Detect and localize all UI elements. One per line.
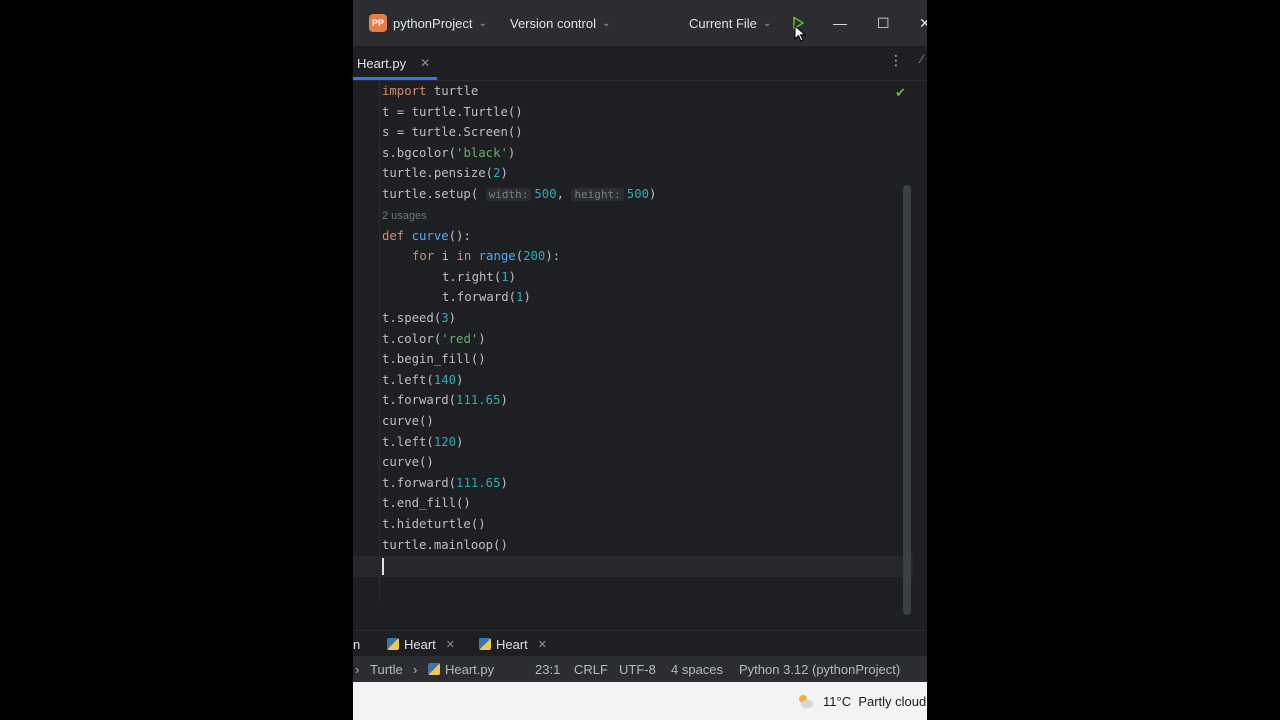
right-panel-edge-icon: ⁄ <box>921 52 924 66</box>
tab-label: Heart.py <box>357 55 407 71</box>
partly-cloudy-icon <box>799 695 813 708</box>
close-icon[interactable]: ✕ <box>446 638 455 651</box>
code-line-18: curve() <box>382 455 434 470</box>
caret-position[interactable]: 23:1 <box>535 656 560 682</box>
code-line-20: t.end_fill() <box>382 496 471 511</box>
line-separator[interactable]: CRLF <box>574 656 608 682</box>
tab-heart-py[interactable]: Heart.py ✕ <box>353 46 437 80</box>
project-selector[interactable]: PP pythonProject ⌄ <box>369 0 487 46</box>
close-icon[interactable]: ✕ <box>538 638 547 651</box>
chevron-right-icon: › <box>355 661 360 677</box>
more-options-icon[interactable]: ⋮ <box>889 52 903 69</box>
code-line-22: turtle.mainloop() <box>382 537 508 552</box>
breadcrumb-separator: › <box>413 661 418 677</box>
code-line-17: t.left(120) <box>382 434 464 449</box>
code-line-1: import turtle <box>382 84 479 98</box>
code-line-19: t.forward(111.65) <box>382 475 508 490</box>
param-hint: width: <box>485 188 532 201</box>
run-tab-heart-2[interactable]: Heart ✕ <box>479 631 547 657</box>
chevron-down-icon: ⌄ <box>478 17 487 29</box>
ide-window: PP pythonProject ⌄ Version control ⌄ Cur… <box>353 0 927 720</box>
text-caret <box>382 558 384 575</box>
python-icon <box>428 663 440 675</box>
current-line-highlight <box>353 556 913 577</box>
usages-hint[interactable]: 2 usages <box>382 205 427 226</box>
chevron-down-icon: ⌄ <box>762 17 772 29</box>
param-hint: height: <box>571 188 624 201</box>
run-config-selector[interactable]: Current File ⌄ <box>689 0 771 46</box>
code-line-8: for i in range(200): <box>412 249 561 264</box>
chevron-down-icon: ⌄ <box>602 17 611 29</box>
python-interpreter[interactable]: Python 3.12 (pythonProject) <box>739 656 900 682</box>
code-line-15: t.forward(111.65) <box>382 393 508 408</box>
python-icon <box>479 638 491 650</box>
run-tab-label: Heart <box>496 636 528 652</box>
vertical-scrollbar[interactable] <box>903 185 911 615</box>
version-control-menu[interactable]: Version control ⌄ <box>510 0 610 46</box>
windows-taskbar: 11°C Partly cloud <box>353 682 927 720</box>
run-tool-window-tabs: n Heart ✕ Heart ✕ <box>353 630 927 657</box>
code-line-7: def curve(): <box>382 228 471 243</box>
code-line-12: t.color('red') <box>382 331 486 346</box>
mouse-pointer-icon <box>794 25 806 42</box>
code-line-9: t.right(1) <box>442 269 517 284</box>
code-line-14: t.left(140) <box>382 372 464 387</box>
weather-condition: Partly cloud <box>858 693 927 709</box>
breadcrumb-project[interactable]: Turtle <box>370 656 403 682</box>
run-tab-heart-1[interactable]: Heart ✕ <box>387 631 455 657</box>
active-tab-indicator <box>353 77 437 80</box>
code-line-11: t.speed(3) <box>382 310 457 325</box>
title-bar: PP pythonProject ⌄ Version control ⌄ Cur… <box>353 0 927 46</box>
minimize-button[interactable]: — <box>833 0 847 46</box>
weather-widget[interactable]: 11°C Partly cloud <box>795 682 926 720</box>
status-bar: › Turtle › Heart.py 23:1 CRLF UTF-8 4 sp… <box>353 656 927 682</box>
version-control-label: Version control <box>510 15 596 31</box>
code-line-13: t.begin_fill() <box>382 352 486 367</box>
code-editor[interactable]: ✔ import turtle t = turtle.Turtle() s = … <box>353 81 913 615</box>
code-line-4: s.bgcolor('black') <box>382 145 516 160</box>
no-problems-check-icon[interactable]: ✔ <box>895 85 906 101</box>
close-icon[interactable]: ✕ <box>420 56 430 70</box>
code-line-10: t.forward(1) <box>442 290 531 305</box>
code-line-21: t.hideturtle() <box>382 516 486 531</box>
project-badge-icon: PP <box>369 14 387 32</box>
file-encoding[interactable]: UTF-8 <box>619 656 656 682</box>
code-line-6: turtle.setup( width: 500, height: 500) <box>382 187 657 201</box>
maximize-button[interactable]: ☐ <box>877 0 890 46</box>
temperature: 11°C <box>823 693 852 709</box>
editor-tabs: Heart.py ✕ ⋮ <box>353 46 927 81</box>
code-line-5: turtle.pensize(2) <box>382 166 508 181</box>
gutter-divider <box>379 81 380 601</box>
indent-setting[interactable]: 4 spaces <box>671 656 723 682</box>
breadcrumb-file[interactable]: Heart.py <box>428 656 494 682</box>
truncated-tab-fragment: n <box>353 636 361 652</box>
project-name: pythonProject <box>393 15 473 31</box>
code-line-3: s = turtle.Screen() <box>382 125 523 140</box>
run-tab-label: Heart <box>404 636 436 652</box>
close-button[interactable]: ✕ <box>919 0 927 46</box>
python-icon <box>387 638 399 650</box>
code-line-16: curve() <box>382 413 434 428</box>
code-line-2: t = turtle.Turtle() <box>382 104 523 119</box>
run-config-label: Current File <box>689 15 757 31</box>
